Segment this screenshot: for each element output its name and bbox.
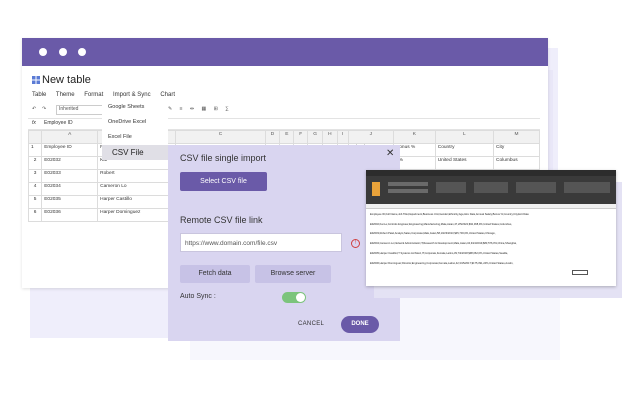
font-style-box <box>388 189 428 193</box>
column-header[interactable]: D <box>264 130 281 144</box>
paste-icon <box>372 182 380 196</box>
cancel-button[interactable]: CANCEL <box>298 321 324 327</box>
row-header[interactable]: 4 <box>27 182 43 196</box>
select-csv-button[interactable]: Select CSV file <box>180 172 267 191</box>
column-header[interactable]: G <box>307 130 324 144</box>
column-header[interactable]: I <box>336 130 349 144</box>
fx-icon: fx <box>32 120 36 126</box>
menu-table[interactable]: Table <box>32 92 46 98</box>
excel-selected-cell <box>572 270 588 275</box>
column-header[interactable]: L <box>434 130 495 144</box>
formula-input[interactable]: Employee ID <box>44 120 73 126</box>
menu-item-csv-file[interactable]: CSV File <box>102 145 168 160</box>
column-header[interactable]: C <box>175 130 266 144</box>
menu-chart[interactable]: Chart <box>160 92 175 98</box>
table-cell[interactable]: E02033 <box>41 169 99 183</box>
number-group <box>474 182 508 193</box>
table-cell[interactable]: Columbus <box>493 156 540 170</box>
table-cell[interactable]: E02034 <box>41 182 99 196</box>
alignment-group <box>436 182 466 193</box>
window-dot-icon <box>39 48 47 56</box>
excel-row: E02005,Harper Castillo,IT Systems Archit… <box>370 252 509 255</box>
table-cell[interactable]: E02036 <box>41 208 99 222</box>
undo-icon[interactable]: ↶ <box>32 106 36 112</box>
browse-server-button[interactable]: Browse server <box>255 265 331 283</box>
document-title[interactable]: New table <box>42 74 91 86</box>
excel-row: E02002,Kai Le,Controls Engineer,Engineer… <box>370 223 513 226</box>
row-header[interactable]: 3 <box>27 169 43 183</box>
window-titlebar <box>22 38 548 66</box>
row-header[interactable]: 6 <box>27 208 43 222</box>
menu-item-excel-file[interactable]: Excel File <box>102 130 168 145</box>
table-cell[interactable]: Harper Dominguez <box>97 208 177 222</box>
fetch-data-button[interactable]: Fetch data <box>180 265 250 283</box>
table-cell[interactable]: E02032 <box>41 156 99 170</box>
toggle-knob <box>296 293 305 302</box>
table-cell[interactable]: Robert <box>97 169 177 183</box>
table-cell[interactable]: E02035 <box>41 195 99 209</box>
menu-item-google-sheets[interactable]: Google Sheets <box>102 100 168 115</box>
menu-format[interactable]: Format <box>84 92 103 98</box>
excel-row: E02003,Robert Patel,Analyst,Sales,Corpor… <box>370 232 496 235</box>
excel-row: Employee ID,Full Name,Job Title,Departme… <box>370 213 529 216</box>
column-header[interactable]: F <box>293 130 309 144</box>
menu-item-onedrive-excel[interactable]: OneDrive Excel <box>102 115 168 130</box>
row-header[interactable]: 5 <box>27 195 43 209</box>
error-icon: ! <box>351 239 360 248</box>
window-dot-icon <box>59 48 67 56</box>
excel-row: E02006,Harper Dominguez,Director,Enginee… <box>370 262 514 265</box>
url-input[interactable]: https://www.domain.com/file.csv <box>180 233 342 252</box>
menu-import-sync[interactable]: Import & Sync <box>113 92 151 98</box>
table-cell[interactable]: Cameron Lo <box>97 182 177 196</box>
import-dropdown-menu: Google Sheets OneDrive Excel Excel File … <box>102 100 168 160</box>
excel-formula-bar <box>366 204 616 209</box>
excel-row: E02004,Cameron Lo,Network Administrator,… <box>370 242 517 245</box>
table-cell[interactable]: Country <box>434 143 495 157</box>
table-cell[interactable]: Employee ID <box>41 143 99 157</box>
column-header[interactable]: J <box>347 130 395 144</box>
table-cell[interactable]: Harper Castillo <box>97 195 177 209</box>
remote-link-label: Remote CSV file link <box>180 215 263 225</box>
column-header[interactable]: E <box>279 130 295 144</box>
cells-group <box>564 182 610 193</box>
font-box <box>388 182 428 186</box>
column-header[interactable] <box>27 130 43 144</box>
row-header[interactable]: 2 <box>27 156 43 170</box>
column-header[interactable]: M <box>493 130 540 144</box>
table-grid-icon <box>32 76 40 84</box>
menubar: Table Theme Format Import & Sync Chart <box>32 92 183 98</box>
autosync-label: Auto Sync : <box>180 293 216 300</box>
excel-preview-image: Employee ID,Full Name,Job Title,Departme… <box>366 170 616 286</box>
autosync-toggle[interactable] <box>282 292 306 303</box>
done-button[interactable]: DONE <box>341 316 379 333</box>
dialog-title: CSV file single import <box>180 153 267 163</box>
window-dot-icon <box>78 48 86 56</box>
row-header[interactable]: 1 <box>27 143 43 157</box>
menu-theme[interactable]: Theme <box>56 92 75 98</box>
column-header[interactable]: A <box>41 130 99 144</box>
format-tools-icon[interactable]: ✎ ≡ ⇹ ▦ ⊞ ∑ <box>168 106 232 112</box>
font-select[interactable]: Inherited <box>56 105 104 115</box>
redo-icon[interactable]: ↷ <box>42 106 46 112</box>
column-header[interactable]: K <box>393 130 436 144</box>
styles-group <box>516 182 556 193</box>
column-header[interactable]: H <box>322 130 338 144</box>
excel-ribbon <box>366 176 616 204</box>
close-icon[interactable]: ✕ <box>386 148 394 159</box>
table-cell[interactable]: United States <box>434 156 495 170</box>
table-cell[interactable]: City <box>493 143 540 157</box>
